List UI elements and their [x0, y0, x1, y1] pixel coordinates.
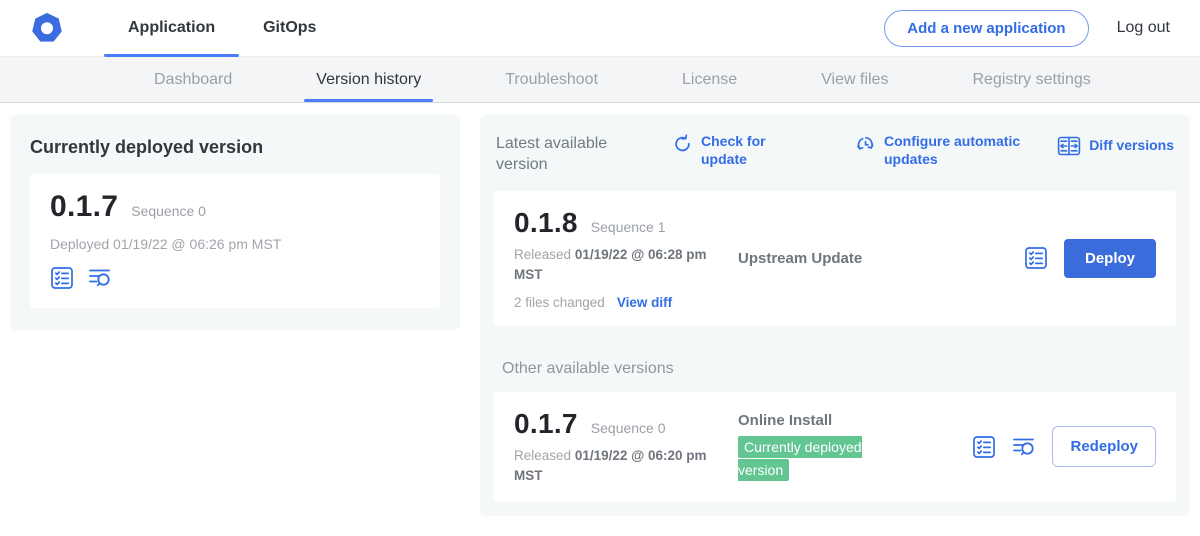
currently-deployed-title: Currently deployed version	[30, 137, 440, 158]
release-notes-icon[interactable]	[972, 435, 996, 459]
release-notes-icon[interactable]	[1024, 246, 1048, 270]
subnav-tab-troubleshoot-label: Troubleshoot	[505, 71, 598, 89]
latest-released-timestamp: Released 01/19/22 @ 06:28 pm MST	[514, 245, 726, 286]
other-version-source-block: Online Install Currently deployed versio…	[726, 412, 972, 483]
app-logo-icon	[32, 13, 62, 43]
other-available-versions-title: Other available versions	[502, 360, 1176, 378]
check-for-update-link[interactable]: Check for update	[672, 133, 789, 168]
release-notes-icon[interactable]	[50, 266, 74, 290]
subnav-tab-version-history-label: Version history	[316, 71, 421, 89]
tab-application[interactable]: Application	[104, 0, 239, 57]
add-new-application-button[interactable]: Add a new application	[884, 10, 1088, 47]
main-content: Currently deployed version 0.1.7 Sequenc…	[0, 103, 1200, 528]
deployed-sequence-label: Sequence 0	[131, 203, 206, 219]
diff-versions-label: Diff versions	[1089, 137, 1174, 155]
tab-gitops[interactable]: GitOps	[239, 0, 340, 57]
subnav-tab-registry-settings[interactable]: Registry settings	[960, 57, 1102, 102]
logout-link[interactable]: Log out	[1117, 19, 1170, 37]
configure-automatic-updates-link[interactable]: Configure automatic updates	[855, 133, 1044, 168]
other-version-card: 0.1.7 Sequence 0 Released 01/19/22 @ 06:…	[494, 392, 1176, 503]
latest-version-number: 0.1.8	[514, 207, 578, 239]
other-released-timestamp: Released 01/19/22 @ 06:20 pm MST	[514, 446, 726, 487]
configure-automatic-updates-label: Configure automatic updates	[884, 133, 1044, 168]
deploy-button[interactable]: Deploy	[1064, 239, 1156, 278]
deploy-logs-icon[interactable]	[88, 266, 112, 290]
latest-sequence-label: Sequence 1	[591, 219, 666, 235]
redeploy-button[interactable]: Redeploy	[1052, 426, 1156, 467]
subnav-tab-dashboard[interactable]: Dashboard	[142, 57, 244, 102]
latest-version-source: Upstream Update	[726, 250, 1024, 267]
subnav-tab-view-files[interactable]: View files	[809, 57, 900, 102]
deployed-version-card: 0.1.7 Sequence 0 Deployed 01/19/22 @ 06:…	[30, 174, 440, 308]
deployed-version-number: 0.1.7	[50, 190, 118, 224]
currently-deployed-panel: Currently deployed version 0.1.7 Sequenc…	[10, 115, 460, 330]
currently-deployed-badge: Currently deployed version	[738, 436, 862, 481]
other-sequence-label: Sequence 0	[591, 420, 666, 436]
view-diff-link[interactable]: View diff	[617, 295, 672, 310]
subnav-tab-license-label: License	[682, 71, 737, 89]
top-nav: Application GitOps Add a new application…	[0, 0, 1200, 57]
subnav-tab-registry-settings-label: Registry settings	[972, 71, 1090, 89]
subnav-tab-license[interactable]: License	[670, 57, 749, 102]
subnav-tab-troubleshoot[interactable]: Troubleshoot	[493, 57, 610, 102]
check-for-update-label: Check for update	[701, 133, 789, 168]
sub-nav: Dashboard Version history Troubleshoot L…	[0, 57, 1200, 103]
available-versions-panel: Latest available version Check for updat…	[480, 115, 1190, 516]
deployed-timestamp: Deployed 01/19/22 @ 06:26 pm MST	[50, 236, 420, 252]
refresh-icon	[672, 134, 693, 155]
other-version-number: 0.1.7	[514, 408, 578, 440]
subnav-tab-version-history[interactable]: Version history	[304, 57, 433, 102]
top-nav-right: Add a new application Log out	[884, 10, 1170, 47]
latest-version-card: 0.1.8 Sequence 1 Released 01/19/22 @ 06:…	[494, 191, 1176, 326]
deploy-logs-icon[interactable]	[1012, 435, 1036, 459]
diff-versions-link[interactable]: Diff versions	[1057, 133, 1174, 158]
files-changed-label: 2 files changed	[514, 295, 605, 310]
schedule-update-icon	[855, 134, 876, 155]
tab-application-label: Application	[128, 19, 215, 37]
tab-gitops-label: GitOps	[263, 19, 316, 37]
latest-available-title: Latest available version	[496, 133, 628, 175]
other-version-source: Online Install	[738, 412, 972, 429]
subnav-tab-dashboard-label: Dashboard	[154, 71, 232, 89]
diff-icon	[1057, 134, 1081, 158]
subnav-tab-view-files-label: View files	[821, 71, 888, 89]
